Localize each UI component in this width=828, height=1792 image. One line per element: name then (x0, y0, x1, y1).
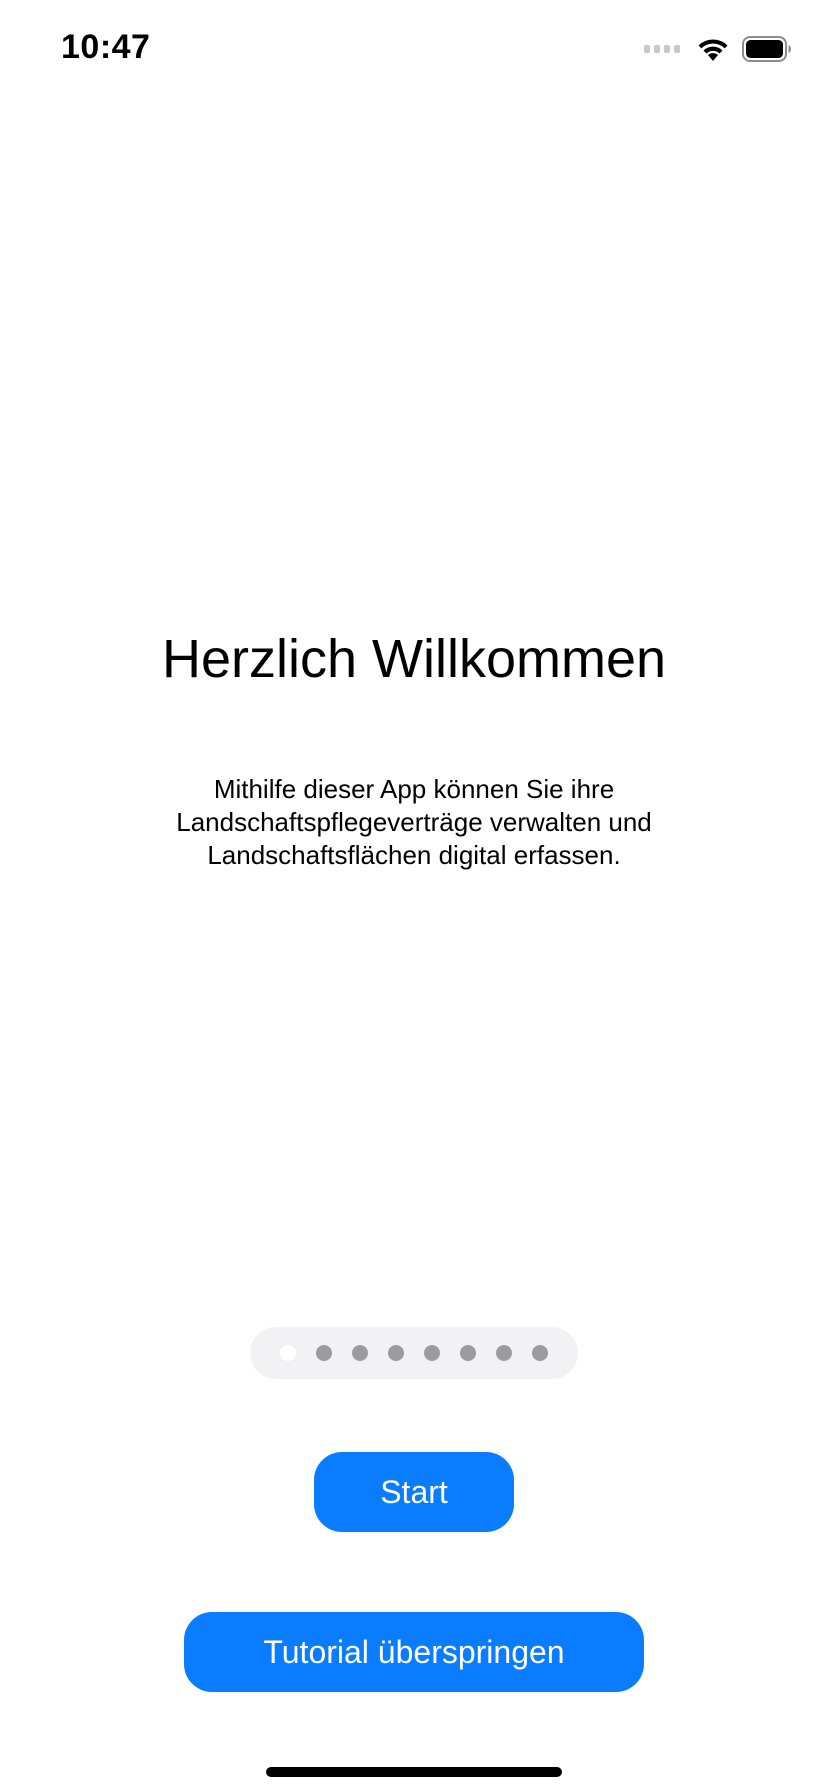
page-indicator[interactable] (250, 1327, 578, 1379)
page-dot-1[interactable] (280, 1345, 296, 1361)
page-dot-6[interactable] (460, 1345, 476, 1361)
description-line: Landschaftsflächen digital erfassen. (207, 840, 621, 870)
welcome-title: Herzlich Willkommen (161, 629, 667, 689)
wifi-icon (698, 39, 728, 61)
status-time: 10:47 (61, 28, 151, 66)
welcome-description: Mithilfe dieser App können Sie ihre Land… (120, 773, 708, 872)
home-indicator (266, 1767, 562, 1777)
cellular-signal-icon (644, 45, 680, 53)
status-icons (644, 34, 792, 64)
skip-tutorial-button[interactable]: Tutorial überspringen (184, 1612, 644, 1692)
page-dot-8[interactable] (532, 1345, 548, 1361)
page-dot-3[interactable] (352, 1345, 368, 1361)
page-dot-2[interactable] (316, 1345, 332, 1361)
status-bar: 10:47 (0, 0, 828, 100)
page-dot-4[interactable] (388, 1345, 404, 1361)
start-button[interactable]: Start (314, 1452, 514, 1532)
description-line: Mithilfe dieser App können Sie ihre (213, 774, 615, 804)
page-dot-7[interactable] (496, 1345, 512, 1361)
page-dot-5[interactable] (424, 1345, 440, 1361)
battery-icon (742, 36, 791, 62)
description-line: Landschaftspflegeverträge verwalten und (176, 807, 652, 837)
